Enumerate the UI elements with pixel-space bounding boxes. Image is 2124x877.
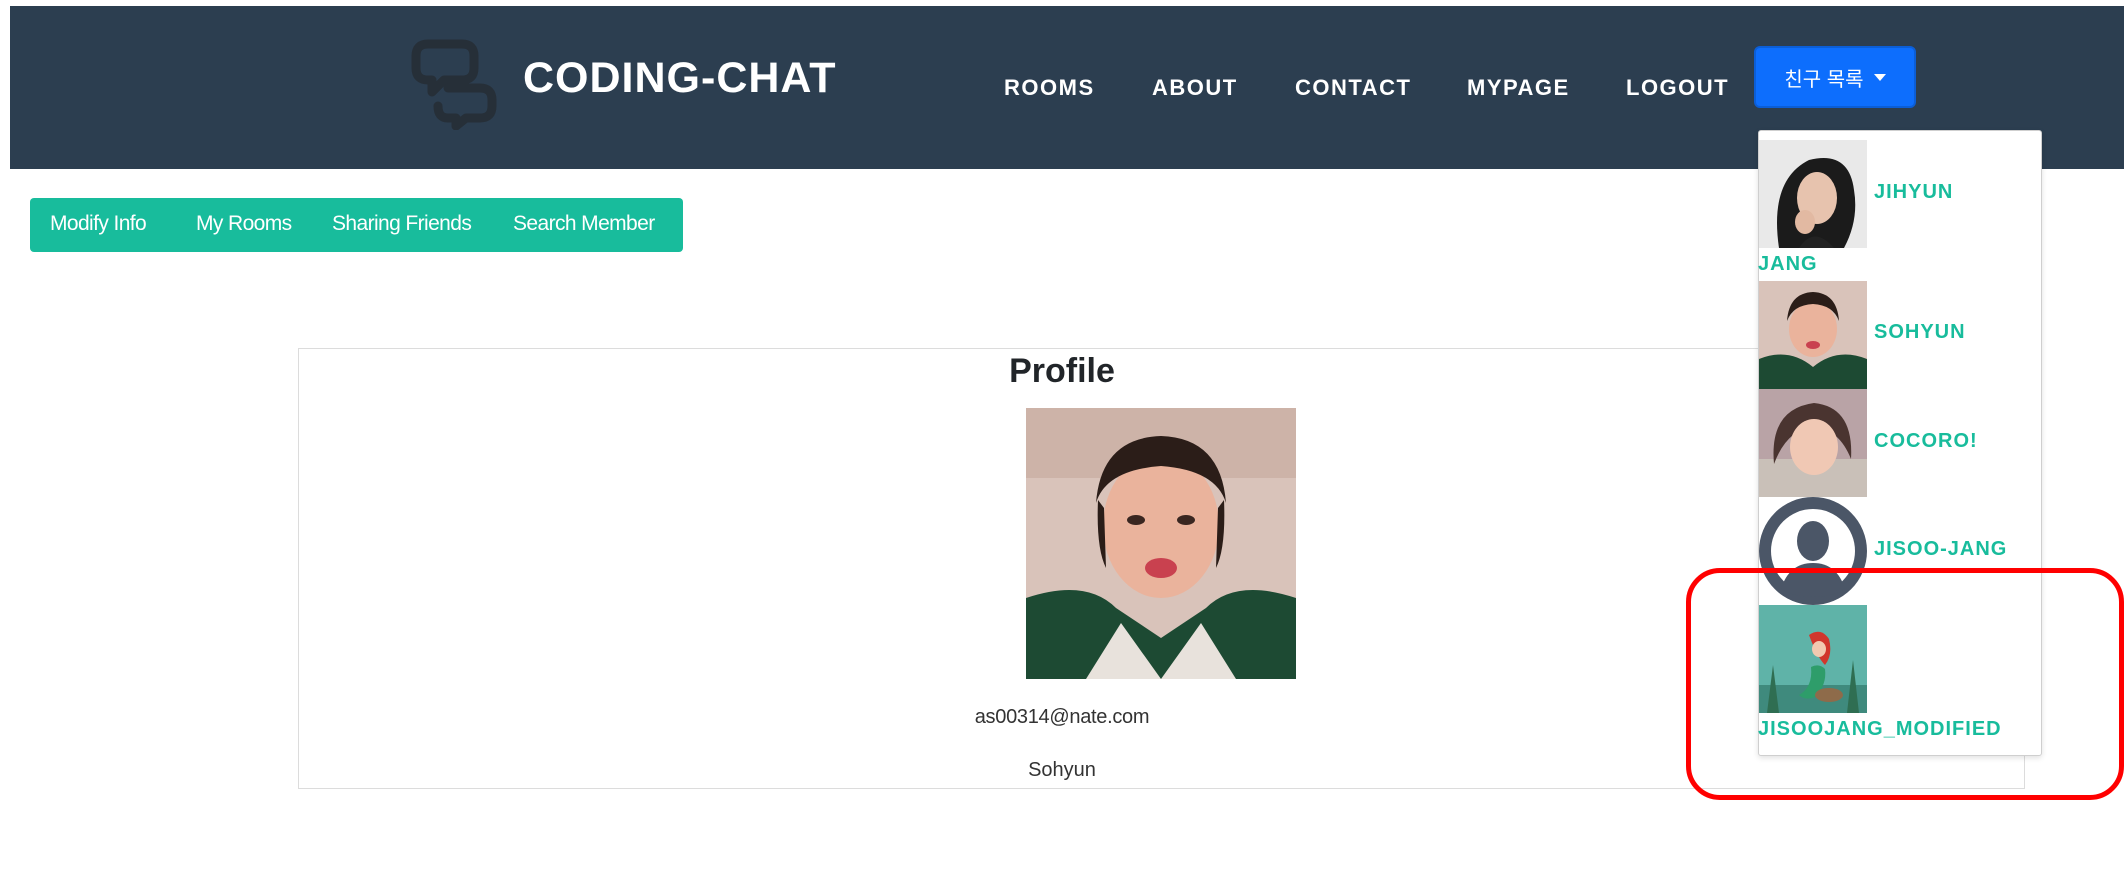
friend-name-jisoojang-modified[interactable]: JISOOJANG_MODIFIED	[1758, 718, 2002, 741]
friend-name-sohyun[interactable]: SOHYUN	[1874, 321, 1966, 344]
chat-bubbles-icon	[411, 39, 497, 130]
friend-name-jihyun[interactable]: JIHYUN	[1874, 181, 1953, 204]
profile-photo	[1026, 408, 1296, 679]
subnav-sharing-friends[interactable]: Sharing Friends	[332, 212, 472, 236]
friend-list-button[interactable]: 친구 목록	[1754, 46, 1916, 108]
friend-avatar-cocoro[interactable]	[1759, 389, 1867, 497]
friend-avatar-jisoojang-modified[interactable]	[1759, 605, 1867, 713]
subnav-modify-info[interactable]: Modify Info	[50, 212, 147, 236]
nav-mypage[interactable]: MYPAGE	[1467, 75, 1570, 101]
friend-avatar-jihyun[interactable]	[1759, 140, 1867, 248]
subnav-my-rooms[interactable]: My Rooms	[196, 212, 292, 236]
nav-rooms[interactable]: ROOMS	[1004, 75, 1095, 101]
friend-avatar-sohyun[interactable]	[1759, 281, 1867, 389]
friend-name-jisoo-jang[interactable]: JISOO-JANG	[1874, 538, 2007, 561]
nav-logout[interactable]: LOGOUT	[1626, 75, 1729, 101]
nav-contact[interactable]: CONTACT	[1295, 75, 1411, 101]
nav-about[interactable]: ABOUT	[1152, 75, 1238, 101]
friend-name-jihyun-cont[interactable]: JANG	[1758, 253, 1818, 276]
subnav-search-member[interactable]: Search Member	[513, 212, 655, 236]
mypage-subnav: Modify Info My Rooms Sharing Friends Sea…	[30, 198, 683, 252]
friend-name-cocoro[interactable]: COCORO!	[1874, 430, 1978, 453]
caret-down-icon	[1873, 73, 1886, 81]
profile-name: Sohyun	[1028, 759, 1096, 781]
brand-title[interactable]: CODING-CHAT	[523, 54, 837, 103]
default-avatar-icon[interactable]	[1759, 497, 1867, 605]
friend-list-button-label: 친구 목록	[1784, 68, 1864, 91]
